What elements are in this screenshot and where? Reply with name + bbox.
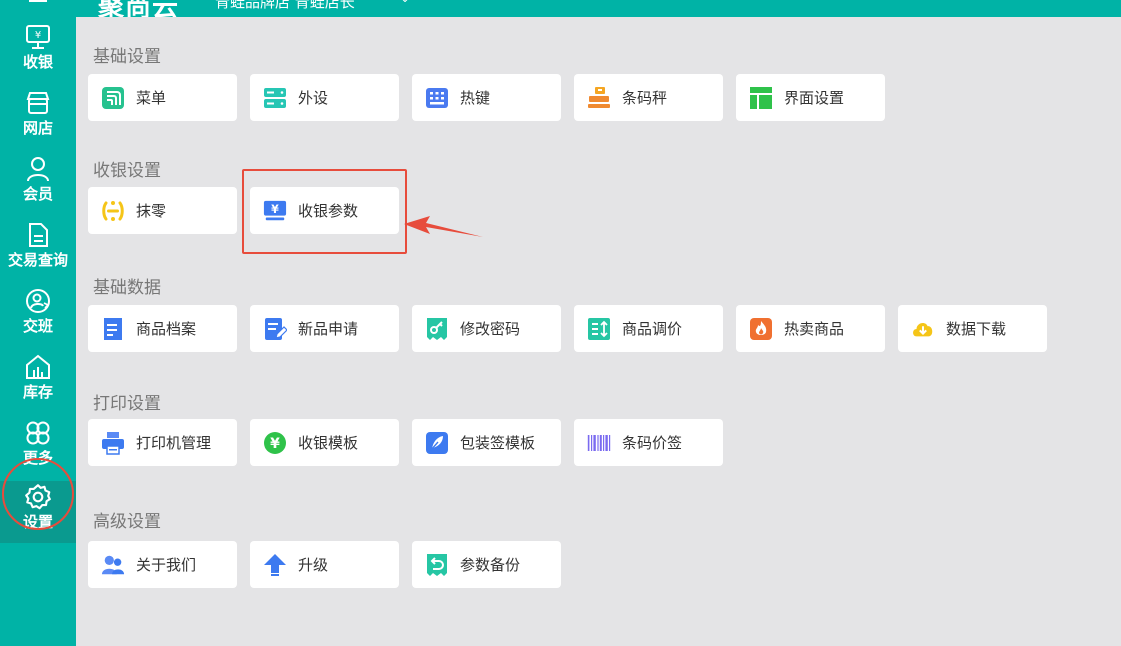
card-label: 外设: [298, 89, 329, 107]
card-peripheral[interactable]: 外设: [250, 74, 399, 121]
barcode-scale-icon: [587, 86, 611, 110]
section-title-print-settings: 打印设置: [93, 394, 161, 414]
hamburger-menu-icon[interactable]: [29, 0, 47, 4]
yuan-template-icon: ¥: [263, 431, 287, 455]
card-param-backup[interactable]: 参数备份: [412, 541, 561, 588]
card-package-label-template[interactable]: 包装签模板: [412, 419, 561, 466]
feather-icon: [425, 431, 449, 455]
shift-user-icon: [22, 285, 54, 317]
card-label: 修改密码: [460, 320, 521, 338]
section-title-cashier-settings: 收银设置: [93, 161, 161, 181]
section-title-advanced-settings: 高级设置: [93, 512, 161, 532]
card-label: 打印机管理: [136, 434, 212, 452]
key-icon: [425, 317, 449, 341]
card-product-file[interactable]: 商品档案: [88, 305, 237, 352]
sidebar-item-more[interactable]: 更多: [0, 417, 76, 479]
svg-text:¥: ¥: [35, 30, 41, 41]
card-label: 商品档案: [136, 320, 197, 338]
card-label: 条码秤: [622, 89, 668, 107]
card-label: 热键: [460, 89, 491, 107]
card-data-download[interactable]: 数据下载: [898, 305, 1047, 352]
card-menu[interactable]: 菜单: [88, 74, 237, 121]
sidebar-item-label: 库存: [22, 383, 53, 401]
card-barcode-scale[interactable]: 条码秤: [574, 74, 723, 121]
sidebar-item-webstore[interactable]: 网店: [0, 87, 76, 149]
card-upgrade[interactable]: 升级: [250, 541, 399, 588]
sidebar-item-label: 会员: [22, 185, 53, 203]
sidebar-item-label: 更多: [22, 449, 53, 467]
sidebar-item-label: 交班: [22, 317, 53, 335]
cashier-params-icon: ¥: [263, 199, 287, 223]
card-label: 热卖商品: [784, 320, 845, 338]
card-label: 抹零: [136, 202, 167, 220]
document-icon: [22, 219, 54, 251]
card-price-adjust[interactable]: 商品调价: [574, 305, 723, 352]
card-label: 数据下载: [946, 320, 1007, 338]
printer-icon: [101, 431, 125, 455]
card-hotkeys[interactable]: 热键: [412, 74, 561, 121]
store-selector[interactable]: 青蛙品牌店 青蛙店长: [215, 0, 355, 12]
card-label: 参数备份: [460, 556, 521, 574]
card-cashier-template[interactable]: ¥ 收银模板: [250, 419, 399, 466]
backup-icon: [425, 553, 449, 577]
card-change-password[interactable]: 修改密码: [412, 305, 561, 352]
peripheral-icon: [263, 86, 287, 110]
store-icon: [22, 87, 54, 119]
hot-icon: [749, 317, 773, 341]
card-label: 条码价签: [622, 434, 683, 452]
product-file-icon: [101, 317, 125, 341]
svg-text:¥: ¥: [270, 436, 280, 452]
sidebar-item-member[interactable]: 会员: [0, 153, 76, 215]
card-label: 收银模板: [298, 434, 359, 452]
sidebar-item-transactions[interactable]: 交易查询: [0, 219, 76, 281]
card-about-us[interactable]: 关于我们: [88, 541, 237, 588]
about-users-icon: [101, 553, 125, 577]
card-barcode-price-tag[interactable]: 条码价签: [574, 419, 723, 466]
chevron-down-icon[interactable]: ⌄: [400, 0, 410, 5]
section-title-basic-settings: 基础设置: [93, 47, 161, 67]
annotation-arrow-icon: [404, 216, 483, 237]
round-off-icon: [101, 199, 125, 223]
sidebar-item-label: 交易查询: [7, 251, 68, 269]
menu-icon: [101, 86, 125, 110]
sidebar-item-settings[interactable]: 设置: [0, 481, 76, 543]
card-label: 界面设置: [784, 89, 845, 107]
svg-text:¥: ¥: [271, 202, 279, 215]
card-label: 商品调价: [622, 320, 683, 338]
download-icon: [911, 317, 935, 341]
card-label: 升级: [298, 556, 329, 574]
sidebar-item-cashier[interactable]: ¥ 收银: [0, 21, 76, 83]
cashier-monitor-icon: ¥: [22, 21, 54, 53]
barcode-icon: [587, 431, 611, 455]
card-cashier-params[interactable]: ¥ 收银参数: [250, 187, 399, 234]
card-label: 收银参数: [298, 202, 359, 220]
card-round-off[interactable]: 抹零: [88, 187, 237, 234]
upgrade-arrow-icon: [263, 553, 287, 577]
top-bar: 聚尚云 青蛙品牌店 青蛙店长 ⌄: [0, 0, 1121, 17]
card-hot-products[interactable]: 热卖商品: [736, 305, 885, 352]
card-label: 包装签模板: [460, 434, 536, 452]
sidebar: ¥ 收银 网店 会员 交易查询 交班 库存 更多 设置: [0, 17, 76, 646]
card-label: 关于我们: [136, 556, 197, 574]
new-product-icon: [263, 317, 287, 341]
card-printer-management[interactable]: 打印机管理: [88, 419, 237, 466]
card-label: 菜单: [136, 89, 167, 107]
warehouse-icon: [22, 351, 54, 383]
card-label: 新品申请: [298, 320, 359, 338]
sidebar-item-inventory[interactable]: 库存: [0, 351, 76, 413]
sidebar-item-label: 设置: [22, 513, 53, 531]
brand-logo: 聚尚云: [98, 0, 180, 17]
sidebar-item-label: 网店: [22, 119, 53, 137]
section-title-basic-data: 基础数据: [93, 278, 161, 298]
gear-icon: [22, 481, 54, 513]
card-ui-settings[interactable]: 界面设置: [736, 74, 885, 121]
sidebar-item-shift[interactable]: 交班: [0, 285, 76, 347]
user-icon: [22, 153, 54, 185]
keyboard-icon: [425, 86, 449, 110]
card-new-product-request[interactable]: 新品申请: [250, 305, 399, 352]
price-adjust-icon: [587, 317, 611, 341]
clover-icon: [22, 417, 54, 449]
sidebar-item-label: 收银: [22, 53, 53, 71]
layout-icon: [749, 86, 773, 110]
